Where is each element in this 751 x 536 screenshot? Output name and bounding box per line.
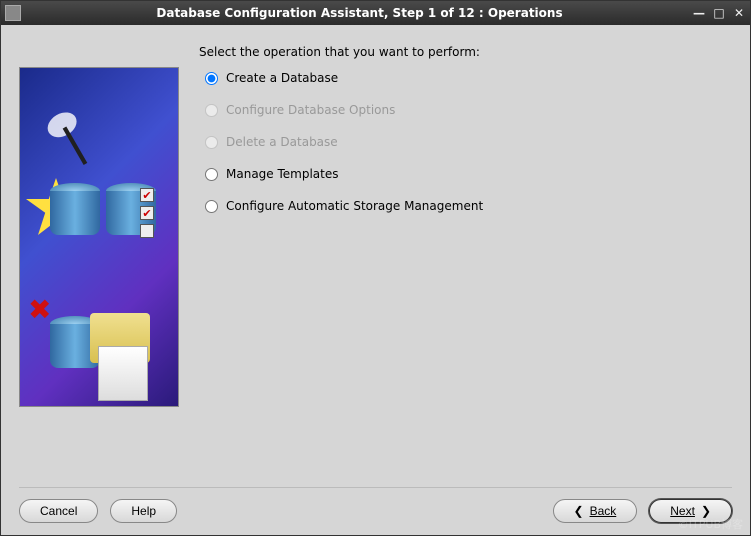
radio-input-asm[interactable]	[205, 200, 218, 213]
radio-input-templates[interactable]	[205, 168, 218, 181]
titlebar: Database Configuration Assistant, Step 1…	[1, 1, 750, 25]
options-panel: Select the operation that you want to pe…	[199, 45, 732, 487]
radio-manage-templates[interactable]: Manage Templates	[205, 167, 732, 181]
radio-label: Create a Database	[226, 71, 338, 85]
cancel-button[interactable]: Cancel	[19, 499, 98, 523]
radio-input-delete	[205, 136, 218, 149]
radio-label: Delete a Database	[226, 135, 338, 149]
window-title: Database Configuration Assistant, Step 1…	[27, 6, 692, 20]
radio-input-create[interactable]	[205, 72, 218, 85]
wizard-illustration: ✔✔ ✖	[19, 67, 179, 407]
radio-delete-database: Delete a Database	[205, 135, 732, 149]
radio-label: Manage Templates	[226, 167, 339, 181]
checklist-icon: ✔✔	[140, 188, 154, 238]
chevron-left-icon: ❮	[574, 504, 584, 518]
window: Database Configuration Assistant, Step 1…	[0, 0, 751, 536]
radio-create-database[interactable]: Create a Database	[205, 71, 732, 85]
button-label: Cancel	[40, 504, 77, 518]
wand-icon	[35, 85, 131, 181]
app-icon	[5, 5, 21, 21]
maximize-icon[interactable]: □	[712, 6, 726, 20]
radio-configure-options: Configure Database Options	[205, 103, 732, 117]
minimize-icon[interactable]: —	[692, 6, 706, 20]
main-area: ✔✔ ✖ Select the operation that you want …	[19, 45, 732, 487]
radio-input-configure	[205, 104, 218, 117]
radio-label: Configure Automatic Storage Management	[226, 199, 483, 213]
help-button[interactable]: Help	[110, 499, 177, 523]
delete-x-icon: ✖	[28, 293, 51, 326]
button-label: Help	[131, 504, 156, 518]
content-area: ✔✔ ✖ Select the operation that you want …	[1, 25, 750, 535]
prompt-text: Select the operation that you want to pe…	[199, 45, 732, 59]
window-controls: — □ ✕	[692, 6, 746, 20]
radio-configure-asm[interactable]: Configure Automatic Storage Management	[205, 199, 732, 213]
radio-label: Configure Database Options	[226, 103, 395, 117]
button-bar: Cancel Help ❮ Back Next ❯	[19, 487, 732, 525]
documents-icon	[98, 346, 148, 401]
back-button[interactable]: ❮ Back	[553, 499, 638, 523]
db-cylinder-icon	[50, 183, 100, 243]
button-label: Back	[590, 504, 617, 518]
watermark-text: ©ITPUB博客	[678, 516, 743, 532]
close-icon[interactable]: ✕	[732, 6, 746, 20]
